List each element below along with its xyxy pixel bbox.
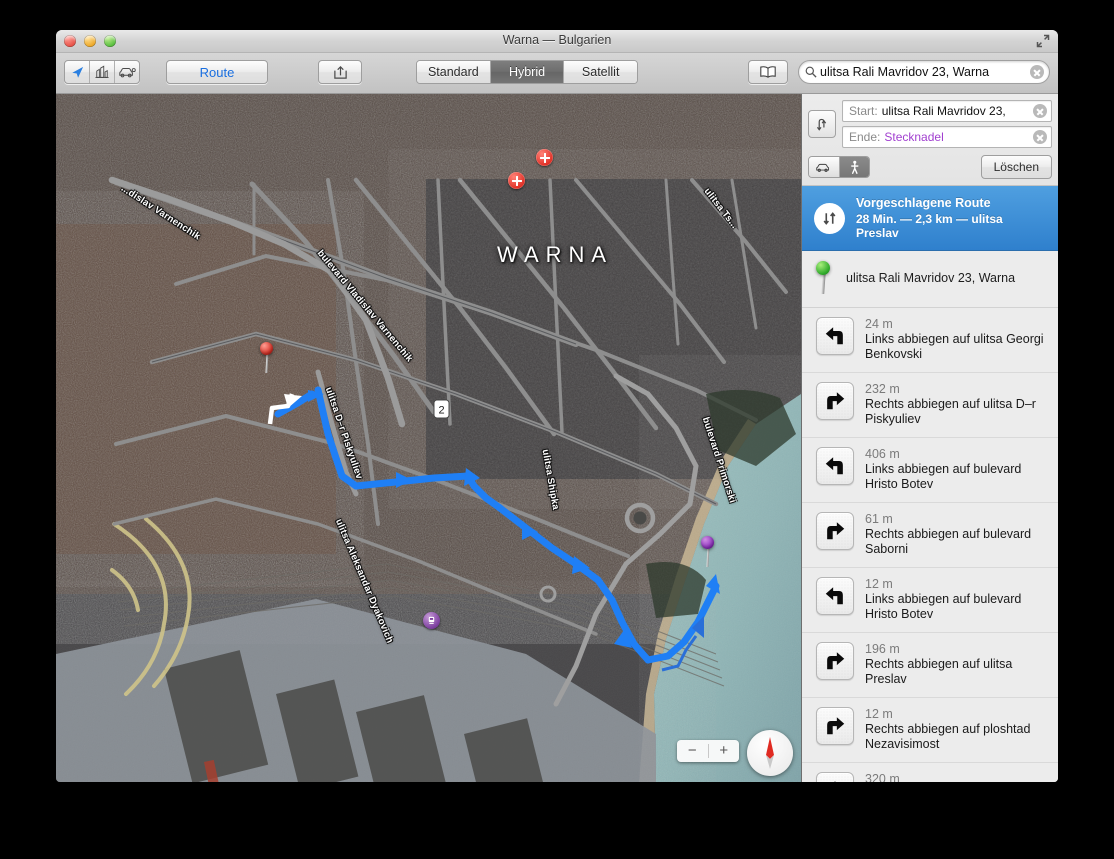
start-field[interactable]: Start: ulitsa Rali Mavridov 23, [842,100,1052,122]
endpoints-row: Start: ulitsa Rali Mavridov 23, Ende: St… [808,100,1052,148]
direction-step[interactable]: 24 m Links abbiegen auf ulitsa Georgi Ben… [802,308,1058,373]
direction-step-text: Links abbiegen auf ulitsa Georgi Benkovs… [865,332,1044,361]
window-title: Warna — Bulgarien [502,33,612,47]
route-banner-title: Vorgeschlagene Route [856,196,991,210]
green-pin-icon [816,261,836,295]
transport-mode-segmented-control[interactable] [808,156,870,178]
view-options-segmented-control[interactable] [64,60,140,84]
map-type-hybrid[interactable]: Hybrid [489,61,564,83]
direction-step-body: 320 mWeiter auf ulitsa Preslav [865,772,1046,782]
direction-step-body: 61 m Rechts abbiegen auf bulevard Saborni [865,512,1046,557]
direction-step-body: 24 m Links abbiegen auf ulitsa Georgi Ben… [865,317,1046,362]
map-type-satellite[interactable]: Satellit [563,61,637,83]
book-icon[interactable] [748,60,788,84]
title-bar: Warna — Bulgarien [56,30,1058,53]
suggested-route-banner[interactable]: Vorgeschlagene Route 28 Min. — 2,3 km — … [802,186,1058,251]
direction-step-text: Rechts abbiegen auf bulevard Saborni [865,527,1032,556]
direction-step-body: 196 m Rechts abbiegen auf ulitsa Preslav [865,642,1046,687]
start-field-value: ulitsa Rali Mavridov 23, [881,104,1006,118]
svg-text:2: 2 [438,405,444,417]
hospital-marker[interactable] [536,149,553,166]
turn-right-icon [816,707,854,745]
direction-step-text: Links abbiegen auf bulevard Hristo Botev [865,462,1022,491]
direction-step[interactable]: 12 m Rechts abbiegen auf ploshtad Nezavis… [802,698,1058,763]
end-field[interactable]: Ende: Stecknadel [842,126,1052,148]
direction-step[interactable]: 406 m Links abbiegen auf bulevard Hristo … [802,438,1058,503]
route-banner-subtitle: 28 Min. — 2,3 km — ulitsa Preslav [856,212,1003,240]
locate-icon[interactable] [65,61,89,83]
turn-left-icon [816,317,854,355]
toolbar: Route Standard Hybrid Satellit [56,53,1058,94]
direction-step-text: Links abbiegen auf bulevard Hristo Botev [865,592,1022,621]
search-field[interactable] [798,60,1050,84]
direction-step[interactable]: 320 mWeiter auf ulitsa Preslav [802,763,1058,782]
route-start-row[interactable]: ulitsa Rali Mavridov 23, Warna [802,251,1058,308]
direction-step-body: 12 m Links abbiegen auf bulevard Hristo B… [865,577,1046,622]
end-clear-icon[interactable] [1033,130,1047,144]
direction-step[interactable]: 61 m Rechts abbiegen auf bulevard Saborni [802,503,1058,568]
map-type-segmented-control[interactable]: Standard Hybrid Satellit [416,60,638,84]
direction-step-distance: 24 m [865,317,893,331]
clear-route-button[interactable]: Löschen [980,155,1052,179]
three-d-icon[interactable] [89,61,114,83]
direction-step-distance: 320 m [865,772,900,782]
direction-step-distance: 406 m [865,447,900,461]
map-view[interactable]: 2 WARNA ...dislav Varnenchik bulevard Vl… [56,94,801,782]
end-field-label: Ende: [849,130,881,144]
turn-right-icon [816,382,854,420]
maps-window: Warna — Bulgarien Route Standard Hybrid … [56,30,1058,782]
directions-sidebar: Start: ulitsa Rali Mavridov 23, Ende: St… [801,94,1058,782]
route-button[interactable]: Route [166,60,268,84]
map-type-standard[interactable]: Standard [417,61,490,83]
search-input[interactable] [820,62,1030,82]
hospital-marker[interactable] [508,172,525,189]
start-clear-icon[interactable] [1033,104,1047,118]
directions-endpoints-panel: Start: ulitsa Rali Mavridov 23, Ende: St… [802,94,1058,186]
compass-icon[interactable] [747,730,793,776]
route-banner-text: Vorgeschlagene Route 28 Min. — 2,3 km — … [856,196,1048,240]
turn-left-icon [816,447,854,485]
direction-step-body: 406 m Links abbiegen auf bulevard Hristo … [865,447,1046,492]
train-station-marker[interactable] [423,612,440,629]
direction-step-distance: 12 m [865,707,893,721]
turn-left-icon [816,577,854,615]
zoom-out-button[interactable]: − [677,741,708,761]
direction-step-text: Rechts abbiegen auf ulitsa Preslav [865,657,1013,686]
up-down-arrows-icon [814,202,845,234]
direction-step-body: 232 m Rechts abbiegen auf ulitsa D–r Pisk… [865,382,1046,427]
fullscreen-arrows-icon[interactable] [1036,34,1050,48]
continue-straight-icon [816,772,854,782]
end-field-value: Stecknadel [884,130,944,144]
direction-step-distance: 12 m [865,577,893,591]
share-icon[interactable] [318,60,362,84]
turn-right-icon [816,642,854,680]
direction-step-text: Rechts abbiegen auf ploshtad Nezavisimos… [865,722,1031,751]
zoom-in-button[interactable]: + [709,741,740,761]
direction-step-distance: 61 m [865,512,893,526]
road-shield: 2 [433,399,450,419]
direction-step-text: Rechts abbiegen auf ulitsa D–r Piskyulie… [865,397,1036,426]
swap-arrows-icon[interactable] [808,110,836,138]
walk-mode-button[interactable] [838,157,869,177]
map-zoom-control[interactable]: − + [677,740,739,762]
route-start-text: ulitsa Rali Mavridov 23, Warna [846,271,1016,285]
transport-mode-row: Löschen [808,155,1052,179]
traffic-car-icon[interactable] [114,61,139,83]
direction-step-distance: 196 m [865,642,900,656]
turn-right-icon [816,512,854,550]
direction-step[interactable]: 12 m Links abbiegen auf bulevard Hristo B… [802,568,1058,633]
map-satellite-imagery: 2 [56,94,801,782]
direction-step-distance: 232 m [865,382,900,396]
direction-step[interactable]: 232 m Rechts abbiegen auf ulitsa D–r Pisk… [802,373,1058,438]
search-icon [805,66,817,78]
drive-mode-button[interactable] [809,157,839,177]
window-content: 2 WARNA ...dislav Varnenchik bulevard Vl… [56,94,1058,782]
start-field-label: Start: [849,104,878,118]
direction-step[interactable]: 196 m Rechts abbiegen auf ulitsa Preslav [802,633,1058,698]
direction-steps-list: 24 m Links abbiegen auf ulitsa Georgi Ben… [802,308,1058,782]
search-clear-icon[interactable] [1030,65,1044,79]
endpoint-fields: Start: ulitsa Rali Mavridov 23, Ende: St… [842,100,1052,148]
direction-step-body: 12 m Rechts abbiegen auf ploshtad Nezavis… [865,707,1046,752]
